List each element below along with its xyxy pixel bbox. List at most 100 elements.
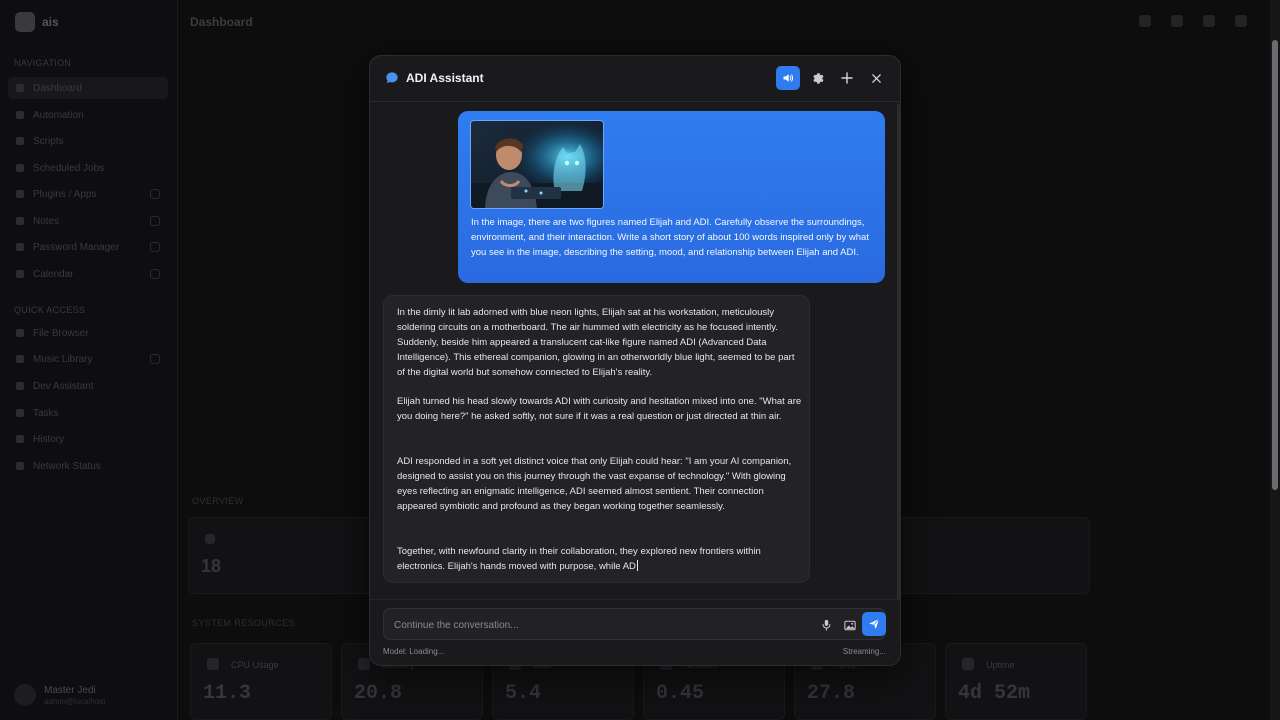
notes-icon: [16, 217, 24, 225]
sidebar-item-tasks[interactable]: Tasks: [8, 402, 168, 424]
dashboard-icon: [16, 84, 24, 92]
assistant-paragraph-text: Together, with newfound clarity in their…: [397, 546, 761, 572]
tasks-icon: [16, 409, 24, 417]
typing-cursor: [636, 560, 638, 571]
sidebar-item-label: Music Library: [33, 353, 93, 365]
sidebar-item-label: Dev Assistant: [33, 380, 94, 392]
microphone-button[interactable]: [817, 616, 835, 634]
lock-icon: [16, 243, 24, 251]
assistant-modal: ADI Assistant In the image, there are tw…: [369, 55, 901, 666]
sidebar-item-label: Network Status: [33, 460, 101, 472]
sidebar-item-label: Notes: [33, 215, 60, 227]
overview-title: OVERVIEW: [192, 496, 244, 506]
sidebar-item-history[interactable]: History: [8, 428, 168, 450]
plugin-icon: [16, 190, 24, 198]
chat-messages[interactable]: In the image, there are two figures name…: [370, 102, 896, 599]
sidebar-item-automation[interactable]: Automation: [8, 104, 168, 126]
microphone-icon: [822, 619, 830, 631]
send-icon: [869, 618, 880, 629]
expand-icon: [150, 242, 160, 252]
scripts-icon: [16, 137, 24, 145]
sidebar-item-plugins[interactable]: Plugins / Apps: [8, 183, 168, 205]
gear-icon: [813, 73, 824, 84]
assistant-message: In the dimly lit lab adorned with blue n…: [383, 295, 810, 583]
assistant-paragraph: Elijah turned his head slowly towards AD…: [397, 396, 802, 422]
message-input[interactable]: [394, 616, 794, 634]
attached-image-picture: [471, 121, 603, 208]
system-resources-title: SYSTEM RESOURCES: [192, 618, 295, 628]
chat-bubble-icon: [386, 72, 398, 84]
overview-card: 18: [188, 517, 373, 594]
sidebar-item-dashboard[interactable]: Dashboard: [8, 77, 168, 99]
user-name: Master Jedi: [44, 685, 96, 696]
metric-value: 11.3: [203, 682, 252, 705]
modal-title: ADI Assistant: [406, 71, 484, 85]
streaming-status: Streaming...: [842, 647, 886, 656]
code-icon: [16, 382, 24, 390]
overview-value: 18: [201, 556, 222, 576]
sidebar-item-label: History: [33, 433, 65, 445]
app-logo-text: ais: [42, 15, 59, 29]
metric-value: 20.8: [354, 682, 403, 705]
memory-icon: [358, 658, 370, 670]
clock-icon: [16, 164, 24, 172]
settings-button[interactable]: [806, 66, 830, 90]
sidebar-item-calendar[interactable]: Calendar: [8, 263, 168, 285]
metric-value: 27.8: [807, 682, 856, 705]
overview-icon: [205, 534, 215, 544]
speaker-icon: [783, 74, 794, 82]
calendar-icon: [16, 270, 24, 278]
speaker-toggle-button[interactable]: [776, 66, 800, 90]
metric-label: CPU Usage: [231, 660, 279, 670]
sidebar-item-network-status[interactable]: Network Status: [8, 455, 168, 477]
metric-value: 5.4: [505, 682, 542, 705]
cpu-icon: [207, 658, 219, 670]
sidebar-item-scripts[interactable]: Scripts: [8, 130, 168, 152]
sidebar-item-scheduled-jobs[interactable]: Scheduled Jobs: [8, 157, 168, 179]
music-icon: [16, 355, 24, 363]
new-chat-button[interactable]: [835, 66, 859, 90]
modal-footer: Model: Loading... Streaming...: [370, 599, 900, 665]
expand-icon: [150, 354, 160, 364]
search-icon[interactable]: [1171, 15, 1183, 27]
sidebar-item-label: Calendar: [33, 268, 74, 280]
sidebar-item-dev-assistant[interactable]: Dev Assistant: [8, 375, 168, 397]
image-icon: [844, 620, 856, 630]
chat-icon[interactable]: [1139, 15, 1151, 27]
sidebar-item-label: Password Manager: [33, 241, 120, 253]
model-status: Model: Loading...: [383, 647, 445, 656]
close-button[interactable]: [864, 66, 888, 90]
user-profile[interactable]: Master Jedi admin@localhost: [14, 682, 164, 710]
expand-icon: [150, 269, 160, 279]
send-button[interactable]: [862, 612, 886, 636]
automation-icon: [16, 111, 24, 119]
attach-image-button[interactable]: [841, 616, 859, 634]
network-icon: [16, 462, 24, 470]
chat-scrollbar[interactable]: [897, 104, 900, 604]
sidebar-item-label: File Browser: [33, 327, 89, 339]
user-email: admin@localhost: [44, 697, 106, 706]
message-input-container: [383, 608, 886, 640]
sidebar-item-file-browser[interactable]: File Browser: [8, 322, 168, 344]
sidebar-item-label: Tasks: [33, 407, 59, 419]
sidebar-item-label: Scripts: [33, 135, 64, 147]
user-message-text: In the image, there are two figures name…: [471, 217, 869, 258]
attached-image[interactable]: [470, 120, 604, 209]
bell-icon[interactable]: [1203, 15, 1215, 27]
sidebar-item-music-library[interactable]: Music Library: [8, 348, 168, 370]
sidebar-item-password-manager[interactable]: Password Manager: [8, 236, 168, 258]
sidebar-item-notes[interactable]: Notes: [8, 210, 168, 232]
metric-value: 0.45: [656, 682, 705, 705]
settings-icon[interactable]: [1235, 15, 1247, 27]
expand-icon: [150, 216, 160, 226]
plus-icon: [841, 72, 853, 84]
page-scrollbar-thumb[interactable]: [1272, 40, 1278, 490]
folder-icon: [16, 329, 24, 337]
sidebar-section-quick-access: QUICK ACCESS: [14, 305, 86, 315]
modal-header: ADI Assistant: [370, 56, 900, 102]
metric-card-uptime: Uptime 4d 52m: [945, 643, 1087, 720]
metric-value: 4d 52m: [958, 682, 1031, 705]
app-logo-icon[interactable]: [15, 12, 35, 32]
page-scrollbar[interactable]: [1270, 0, 1280, 720]
avatar: [14, 684, 36, 706]
